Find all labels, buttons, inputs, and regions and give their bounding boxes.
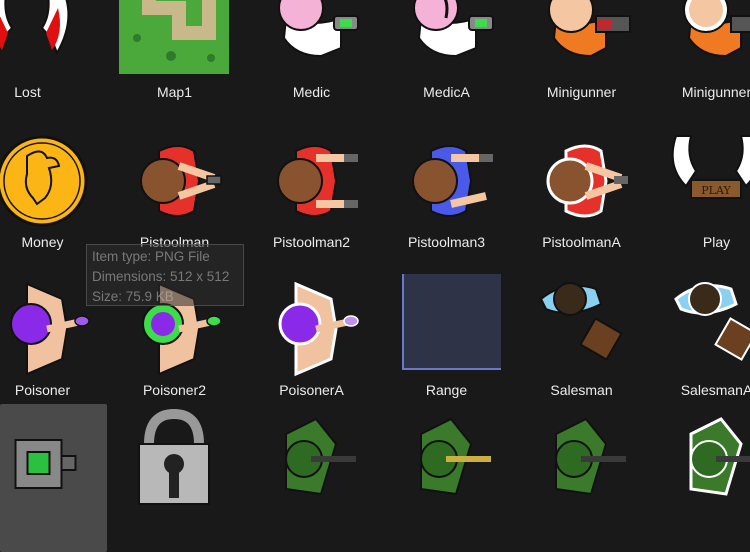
file-item[interactable]: [379, 404, 514, 552]
camo-soldier-icon: [661, 404, 750, 514]
pistolman-icon: [526, 126, 636, 236]
file-item[interactable]: [107, 404, 242, 552]
coin-icon: [0, 126, 97, 236]
map-icon: [119, 0, 229, 88]
file-name: Minigunner: [546, 84, 617, 100]
file-name: PoisonerA: [279, 382, 344, 398]
file-grid: Lost Map1 Medic MedicA Minigunner Minigu…: [0, 0, 750, 552]
camo-soldier-icon: [526, 404, 636, 514]
file-name: Pistoolman3: [407, 234, 486, 250]
turret-icon: [0, 404, 107, 514]
file-item[interactable]: Salesman: [514, 274, 649, 422]
camo-soldier-icon: [256, 404, 366, 514]
file-name: Pistoolman: [139, 234, 210, 250]
file-name: Medic: [292, 84, 331, 100]
file-item[interactable]: [514, 404, 649, 552]
file-name: MedicA: [423, 84, 470, 100]
file-item[interactable]: [244, 404, 379, 552]
file-item[interactable]: Pistoolman2: [244, 126, 379, 274]
pistolman-icon: [256, 126, 366, 236]
file-name: PistoolmanA: [542, 234, 621, 250]
file-name: Minigunner: [681, 84, 750, 100]
file-item[interactable]: Pistoolman: [107, 126, 242, 274]
file-name: Poisoner: [14, 382, 71, 398]
file-name: Salesman: [550, 382, 613, 398]
poisoner-icon: [119, 274, 229, 384]
file-name: SalesmanA: [680, 382, 750, 398]
file-item[interactable]: Map1: [107, 0, 242, 126]
svg-text:PLAY: PLAY: [701, 184, 731, 197]
medic-icon: [391, 0, 501, 88]
pistolman-icon: [391, 126, 501, 236]
poisoner-icon: [256, 274, 366, 384]
file-item[interactable]: MedicA: [379, 0, 514, 126]
file-name: Map1: [156, 84, 193, 100]
padlock-icon: [119, 404, 229, 514]
file-item[interactable]: Minigunner: [649, 0, 750, 126]
medic-icon: [256, 0, 366, 88]
file-name: Money: [21, 234, 64, 250]
salesman-icon: [526, 274, 636, 384]
salesman-icon: [661, 274, 750, 384]
play-sign-icon: PLAY: [661, 126, 750, 236]
file-name: Lost: [14, 84, 41, 100]
file-item[interactable]: Poisoner: [0, 274, 110, 422]
file-item[interactable]: Lost: [0, 0, 95, 126]
file-item[interactable]: Medic: [244, 0, 379, 126]
file-item[interactable]: Money: [0, 126, 110, 274]
file-name: Range: [425, 382, 468, 398]
file-item[interactable]: [0, 404, 107, 552]
file-name: Poisoner2: [142, 382, 207, 398]
minigunner-icon: [661, 0, 750, 88]
wings-icon: [0, 0, 82, 88]
file-item[interactable]: [649, 404, 750, 552]
pistolman-icon: [119, 126, 229, 236]
minigunner-icon: [526, 0, 636, 88]
poisoner-icon: [0, 274, 97, 384]
file-item[interactable]: PistoolmanA: [514, 126, 649, 274]
file-name: Play: [702, 234, 731, 250]
range-square-icon: [391, 274, 501, 384]
file-item[interactable]: Range: [379, 274, 514, 422]
file-item[interactable]: SalesmanA: [649, 274, 750, 422]
file-item[interactable]: Poisoner2: [107, 274, 242, 422]
file-item[interactable]: Pistoolman3: [379, 126, 514, 274]
file-item[interactable]: PoisonerA: [244, 274, 379, 422]
file-item[interactable]: PLAY Play: [649, 126, 750, 274]
file-item[interactable]: Minigunner: [514, 0, 649, 126]
file-name: Pistoolman2: [272, 234, 351, 250]
camo-soldier-icon: [391, 404, 501, 514]
